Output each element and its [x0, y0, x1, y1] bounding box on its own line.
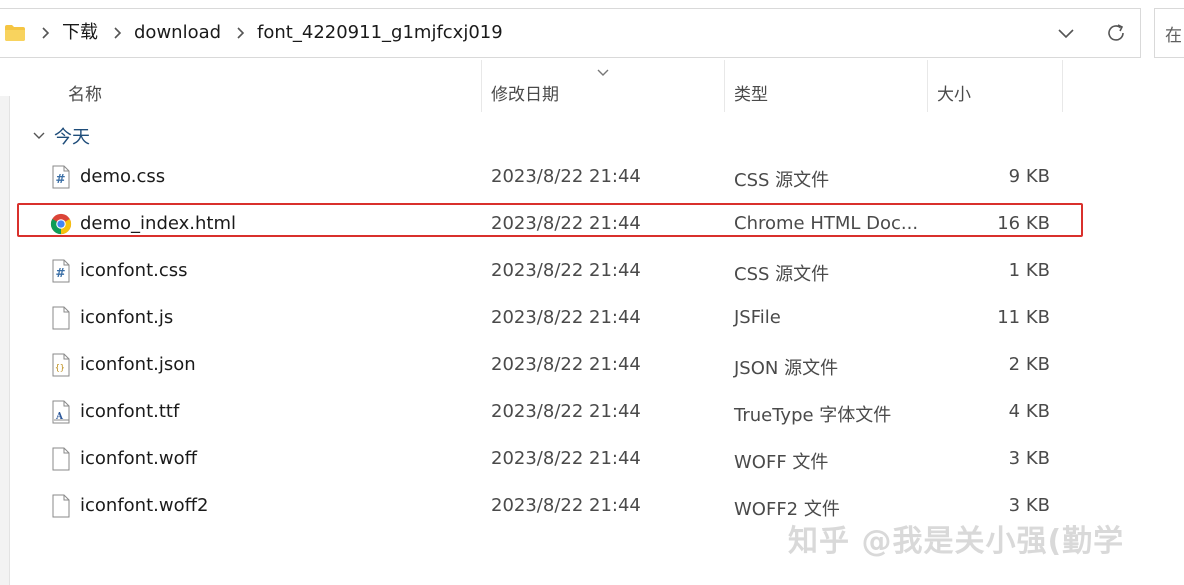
chevron-down-icon — [33, 132, 45, 139]
column-divider[interactable] — [481, 60, 482, 112]
file-size: 3 KB — [1008, 495, 1050, 516]
file-row[interactable]: # demo.css 2023/8/22 21:44 CSS 源文件 9 KB — [20, 157, 1082, 197]
group-header-today[interactable]: 今天 — [32, 122, 90, 150]
file-date: 2023/8/22 21:44 — [491, 213, 641, 234]
column-type[interactable]: 类型 — [734, 80, 768, 105]
file-size: 1 KB — [1008, 260, 1050, 281]
file-type: CSS 源文件 — [734, 170, 830, 191]
column-name[interactable]: 名称 — [68, 80, 102, 105]
chrome-icon — [50, 213, 72, 235]
breadcrumb: 下载 download font_4220911_g1mjfcxj019 — [4, 9, 503, 57]
css-file-icon: # — [52, 259, 70, 283]
sort-indicator-icon — [597, 69, 609, 76]
file-size: 11 KB — [997, 307, 1050, 328]
svg-text:#: # — [56, 266, 66, 280]
file-type: TrueType 字体文件 — [734, 405, 892, 426]
file-date: 2023/8/22 21:44 — [491, 166, 641, 187]
svg-text:#: # — [56, 172, 66, 186]
column-size[interactable]: 大小 — [937, 80, 971, 105]
blank-file-icon — [52, 306, 70, 330]
file-name[interactable]: iconfont.ttf — [80, 401, 179, 422]
file-type: WOFF 文件 — [734, 452, 829, 473]
search-input[interactable]: 在 — [1154, 8, 1184, 58]
chevron-down-icon — [1058, 29, 1074, 39]
column-divider[interactable] — [1062, 60, 1063, 112]
file-size: 3 KB — [1008, 448, 1050, 469]
file-row-selected[interactable]: demo_index.html 2023/8/22 21:44 Chrome H… — [20, 204, 1082, 244]
file-name[interactable]: iconfont.json — [80, 354, 196, 375]
chevron-right-icon[interactable] — [112, 26, 122, 40]
file-name[interactable]: iconfont.woff — [80, 448, 197, 469]
group-label: 今天 — [54, 127, 90, 148]
chevron-right-icon[interactable] — [40, 26, 50, 40]
file-date: 2023/8/22 21:44 — [491, 401, 641, 422]
file-size: 16 KB — [997, 213, 1050, 234]
column-divider[interactable] — [927, 60, 928, 112]
file-date: 2023/8/22 21:44 — [491, 448, 641, 469]
breadcrumb-item-font-folder[interactable]: font_4220911_g1mjfcxj019 — [257, 9, 503, 57]
file-name[interactable]: iconfont.woff2 — [80, 495, 208, 516]
address-history-button[interactable] — [1054, 22, 1078, 44]
file-type: JSFile — [734, 307, 781, 328]
file-name[interactable]: iconfont.js — [80, 307, 173, 328]
blank-file-icon — [52, 494, 70, 518]
breadcrumb-item-downloads[interactable]: 下载 — [62, 9, 98, 57]
file-row[interactable]: iconfont.woff 2023/8/22 21:44 WOFF 文件 3 … — [20, 439, 1082, 479]
watermark: 知乎 @我是关小强(勤学 — [788, 524, 1125, 559]
file-row[interactable]: # iconfont.css 2023/8/22 21:44 CSS 源文件 1… — [20, 251, 1082, 291]
file-explorer-window: 下载 download font_4220911_g1mjfcxj019 在 名… — [0, 0, 1184, 585]
file-date: 2023/8/22 21:44 — [491, 260, 641, 281]
file-row[interactable]: {} iconfont.json 2023/8/22 21:44 JSON 源文… — [20, 345, 1082, 385]
file-type: JSON 源文件 — [734, 358, 839, 379]
search-placeholder: 在 — [1165, 26, 1182, 46]
file-name[interactable]: demo_index.html — [80, 213, 236, 234]
blank-file-icon — [52, 447, 70, 471]
breadcrumb-item-download[interactable]: download — [134, 9, 221, 57]
css-file-icon: # — [52, 165, 70, 189]
navigation-pane-edge[interactable] — [0, 96, 10, 585]
json-file-icon: {} — [52, 353, 70, 377]
file-row[interactable]: A iconfont.ttf 2023/8/22 21:44 TrueType … — [20, 392, 1082, 432]
svg-text:{}: {} — [55, 363, 65, 372]
svg-text:A: A — [55, 412, 64, 422]
file-type: CSS 源文件 — [734, 264, 830, 285]
file-date: 2023/8/22 21:44 — [491, 354, 641, 375]
column-divider[interactable] — [724, 60, 725, 112]
file-name[interactable]: iconfont.css — [80, 260, 188, 281]
column-header: 名称 修改日期 类型 大小 — [0, 60, 1184, 122]
file-name[interactable]: demo.css — [80, 166, 165, 187]
refresh-icon — [1108, 24, 1124, 41]
file-date: 2023/8/22 21:44 — [491, 307, 641, 328]
file-size: 2 KB — [1008, 354, 1050, 375]
folder-icon — [5, 25, 25, 41]
file-row[interactable]: iconfont.js 2023/8/22 21:44 JSFile 11 KB — [20, 298, 1082, 338]
column-date[interactable]: 修改日期 — [491, 80, 559, 105]
refresh-button[interactable] — [1104, 21, 1128, 45]
address-bar[interactable]: 下载 download font_4220911_g1mjfcxj019 — [0, 8, 1141, 58]
file-type: Chrome HTML Doc... — [734, 213, 919, 234]
chevron-right-icon[interactable] — [235, 26, 245, 40]
file-size: 9 KB — [1008, 166, 1050, 187]
file-size: 4 KB — [1008, 401, 1050, 422]
file-date: 2023/8/22 21:44 — [491, 495, 641, 516]
font-file-icon: A — [52, 400, 70, 424]
